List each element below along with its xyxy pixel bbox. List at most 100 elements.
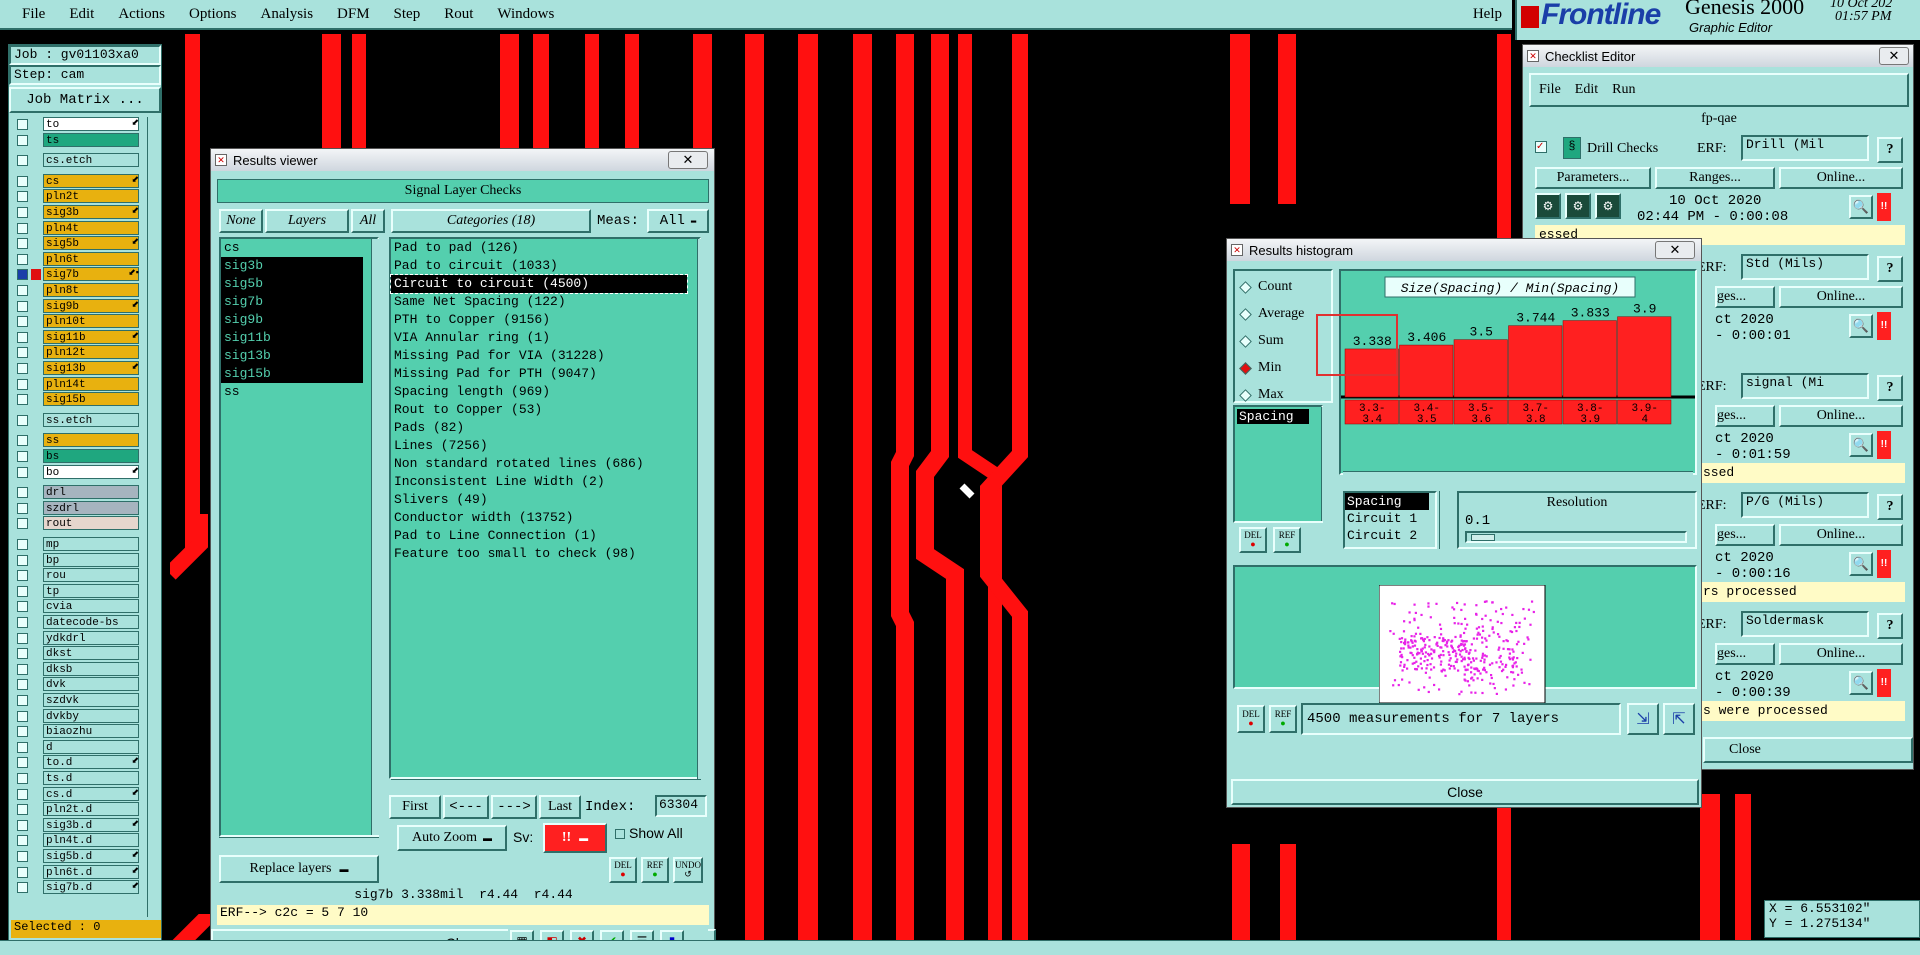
layer-checkbox[interactable]: [17, 757, 28, 769]
layer-row-pln4t[interactable]: pln4t: [11, 220, 143, 236]
category-item[interactable]: Inconsistent Line Width (2): [391, 473, 687, 491]
layer-checkbox[interactable]: [17, 119, 28, 130]
layer-checkbox[interactable]: [17, 134, 28, 146]
parameters-button[interactable]: Parameters...: [1535, 167, 1651, 189]
category-item[interactable]: Lines (7256): [391, 437, 687, 455]
category-item[interactable]: Spacing length (969): [391, 383, 687, 401]
checklist-close-button[interactable]: Close: [1703, 737, 1913, 763]
bar-4[interactable]: [1562, 320, 1617, 398]
layer-checkbox[interactable]: [17, 601, 28, 613]
category-item[interactable]: Feature too small to check (98): [391, 545, 687, 563]
stop-icon[interactable]: ⚙: [1595, 193, 1621, 219]
layer-checkbox[interactable]: [17, 695, 28, 706]
menu-help[interactable]: Help: [1473, 6, 1502, 23]
mode-radio-count[interactable]: Count: [1239, 277, 1292, 297]
layer-checkbox[interactable]: [17, 710, 28, 722]
result-layer-item[interactable]: ss: [221, 383, 363, 401]
undo-button[interactable]: UNDO ↺: [673, 857, 703, 883]
first-button[interactable]: First: [389, 795, 441, 819]
result-layer-item[interactable]: sig9b: [221, 311, 363, 329]
measure-list[interactable]: Spacing: [1233, 405, 1323, 523]
checklist-titlebar[interactable]: ✕ Checklist Editor ✕: [1523, 45, 1913, 67]
layer-checkbox[interactable]: [17, 570, 28, 582]
layers-none-button[interactable]: None: [219, 209, 263, 233]
erf-input[interactable]: P/G (Mils): [1741, 492, 1869, 518]
ranges-button[interactable]: ges...: [1715, 405, 1775, 427]
layer-checkbox[interactable]: [17, 414, 28, 426]
layer-checkbox[interactable]: [17, 394, 28, 406]
layer-checkbox[interactable]: [17, 663, 28, 675]
hist-del2-button[interactable]: DEL ●: [1237, 705, 1265, 733]
layer-checkbox[interactable]: [17, 773, 28, 784]
layer-row-dvk[interactable]: dvk: [11, 677, 143, 692]
mode-radio-sum[interactable]: Sum: [1239, 331, 1284, 351]
menu-analysis[interactable]: Analysis: [249, 6, 326, 23]
help-button[interactable]: ?: [1877, 613, 1903, 639]
layer-checkbox[interactable]: [17, 726, 28, 738]
layer-checkbox[interactable]: [17, 502, 28, 514]
layer-row-d[interactable]: d: [11, 739, 143, 755]
layer-row-sig11b[interactable]: sig11b ⬋: [11, 329, 143, 345]
menu-rout[interactable]: Rout: [432, 6, 485, 23]
layer-row-sig9b[interactable]: sig9b ⬋: [11, 298, 143, 314]
erf-input[interactable]: Std (Mils): [1741, 254, 1869, 280]
layer-checkbox[interactable]: [17, 617, 28, 628]
layer-row-pln10t[interactable]: pln10t: [11, 314, 143, 329]
category-item[interactable]: Same Net Spacing (122): [391, 293, 687, 311]
layer-row-tp[interactable]: tp: [11, 583, 143, 599]
layer-checkbox[interactable]: [17, 835, 28, 847]
result-layer-item[interactable]: sig5b: [221, 275, 363, 293]
layer-checkbox[interactable]: [17, 679, 28, 691]
layer-checkbox[interactable]: [17, 316, 28, 328]
board-preview-thumbnail[interactable]: [1379, 585, 1547, 705]
menu-file[interactable]: File: [10, 6, 57, 23]
hist-del-button[interactable]: DEL ●: [1239, 527, 1267, 553]
layer-checkbox[interactable]: [17, 300, 28, 312]
layers-all-button[interactable]: All: [351, 209, 385, 233]
layers-toggle[interactable]: Layers: [265, 209, 349, 233]
result-layer-item[interactable]: sig15b: [221, 365, 363, 383]
layer-row-sig13b[interactable]: sig13b ⬋: [11, 361, 143, 376]
ref-button[interactable]: REF ●: [641, 857, 669, 883]
layer-row-biaozhu[interactable]: biaozhu: [11, 724, 143, 739]
layer-checkbox[interactable]: [17, 253, 28, 265]
layer-checkbox[interactable]: [17, 155, 28, 167]
mode-radio-max[interactable]: Max: [1239, 385, 1284, 405]
layer-row-sig5b[interactable]: sig5b ⬋: [11, 236, 143, 251]
layer-checkbox[interactable]: [17, 466, 28, 478]
layer-checkbox[interactable]: [17, 269, 28, 281]
close-icon[interactable]: ✕: [668, 151, 708, 169]
layer-row-cs[interactable]: cs ⬋: [11, 173, 143, 189]
layer-checkbox[interactable]: [17, 851, 28, 862]
layer-row-rout[interactable]: rout: [11, 516, 143, 531]
online-button[interactable]: Online...: [1779, 643, 1903, 665]
layer-row-pln4t-d[interactable]: pln4t.d: [11, 833, 143, 848]
layer-row-pln14t[interactable]: pln14t: [11, 376, 143, 392]
index-input[interactable]: 63304: [655, 795, 707, 817]
category-item[interactable]: Missing Pad for VIA (31228): [391, 347, 687, 365]
layer-checkbox[interactable]: [17, 222, 28, 234]
category-item[interactable]: PTH to Copper (9156): [391, 311, 687, 329]
category-item[interactable]: Conductor width (13752): [391, 509, 687, 527]
layer-checkbox[interactable]: [17, 175, 28, 187]
zoom-icon[interactable]: 🔍: [1849, 314, 1873, 338]
category-item[interactable]: Pad to circuit (1033): [391, 257, 687, 275]
zoom-icon[interactable]: 🔍: [1849, 195, 1873, 219]
layer-list[interactable]: to ⬋ ts cs.etch cs ⬋ pln2t sig3b ⬋ pln4t sig5b ⬋ pln…: [11, 117, 143, 917]
layer-checkbox[interactable]: [17, 741, 28, 753]
hist-ref-button[interactable]: REF ●: [1273, 527, 1301, 553]
layer-row-pln2t[interactable]: pln2t: [11, 189, 143, 204]
layer-checkbox[interactable]: [17, 819, 28, 831]
layer-checkbox[interactable]: [17, 451, 28, 462]
checklist-menu-edit[interactable]: Edit: [1575, 82, 1598, 98]
category-item[interactable]: Non standard rotated lines (686): [391, 455, 687, 473]
last-button[interactable]: Last: [539, 795, 581, 819]
category-item[interactable]: Pad to pad (126): [391, 239, 687, 257]
layer-checkbox[interactable]: [17, 363, 28, 374]
prev-button[interactable]: <---: [443, 795, 489, 819]
online-button[interactable]: Online...: [1779, 167, 1903, 189]
export-icon[interactable]: ⇲: [1627, 703, 1659, 735]
results-viewer-titlebar[interactable]: ✕ Results viewer ✕: [211, 149, 714, 171]
layer-row-ss-etch[interactable]: ss.etch: [11, 412, 143, 428]
layer-checkbox[interactable]: [17, 788, 28, 800]
